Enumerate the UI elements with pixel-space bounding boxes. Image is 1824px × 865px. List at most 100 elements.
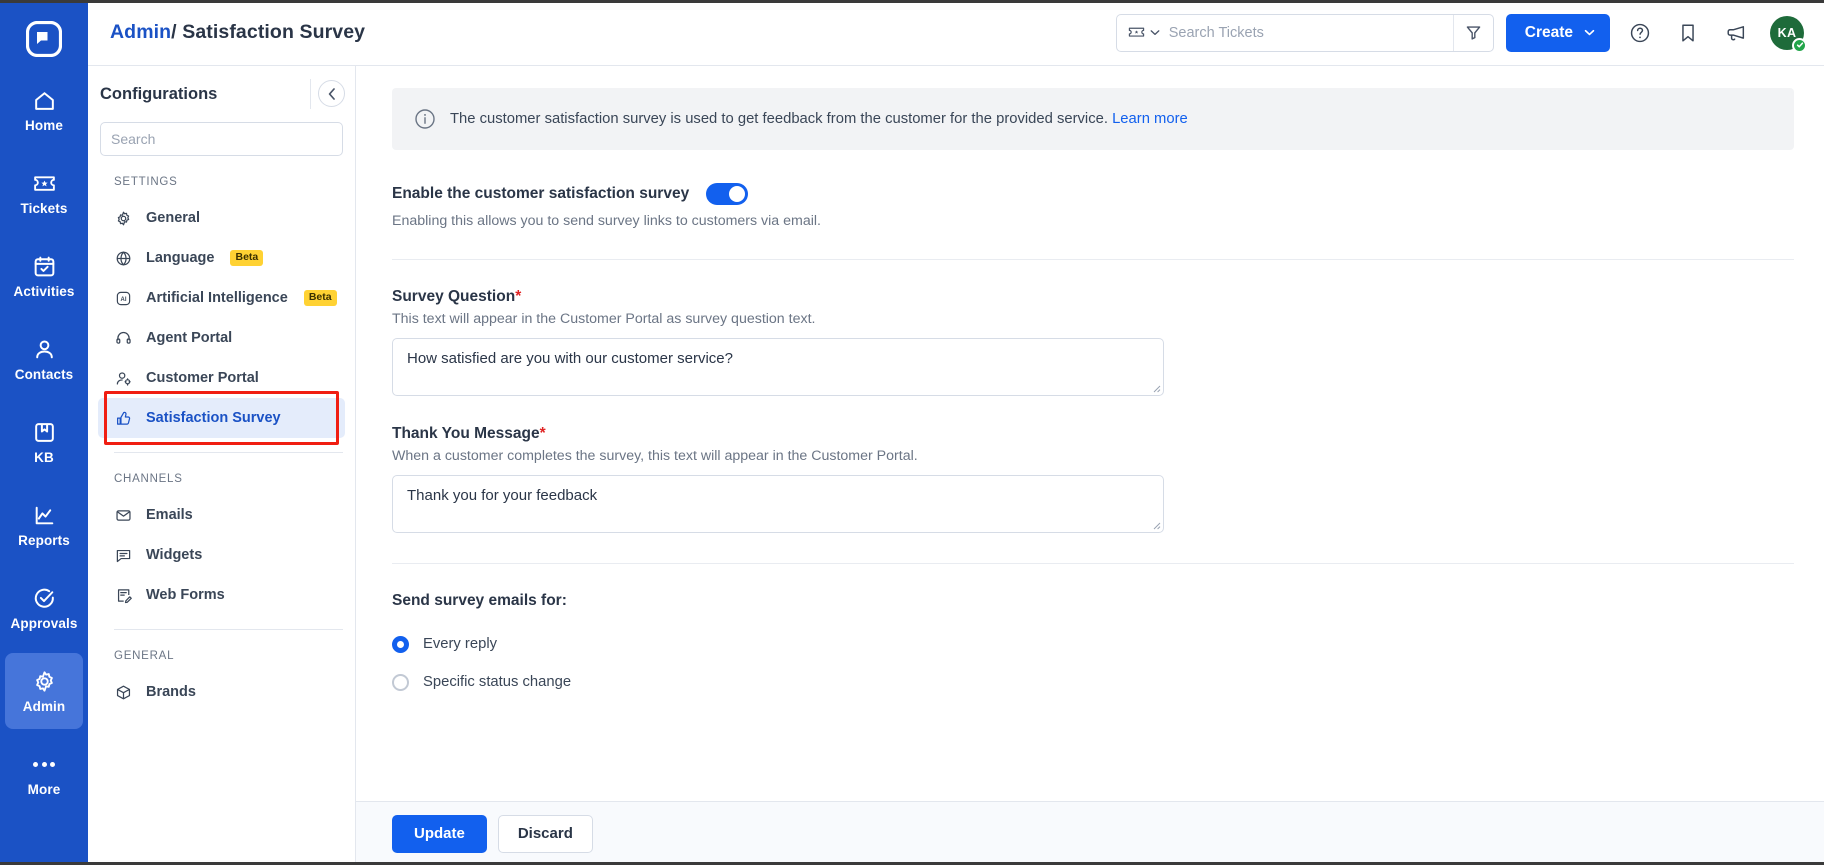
config-item-web-forms[interactable]: Web Forms <box>98 575 345 615</box>
section-label-channels: CHANNELS <box>114 473 183 485</box>
beta-badge: Beta <box>303 289 337 307</box>
sidebar-item-approvals[interactable]: Approvals <box>5 570 83 646</box>
app-window: Home Tickets Activities Contacts KB Repo… <box>0 0 1824 865</box>
config-item-general[interactable]: General <box>98 198 345 238</box>
search-type-selector[interactable] <box>1117 15 1169 51</box>
sidebar-item-tickets[interactable]: Tickets <box>5 155 83 231</box>
thank-you-message-input[interactable] <box>392 475 1164 533</box>
sidebar-item-more[interactable]: More <box>5 736 83 812</box>
sidebar-item-kb[interactable]: KB <box>5 404 83 480</box>
config-item-language[interactable]: Language Beta <box>98 238 345 278</box>
content-body: Configurations SETTINGS <box>88 66 1824 865</box>
page-title: Configurations <box>100 84 218 103</box>
radio-indicator <box>392 673 409 691</box>
toggle-knob <box>729 186 746 202</box>
config-item-label: Brands <box>146 684 196 700</box>
calendar-check-icon <box>32 253 57 279</box>
ticket-icon <box>32 170 57 196</box>
config-item-label: Artificial Intelligence <box>146 290 288 306</box>
config-item-label: General <box>146 210 200 226</box>
survey-question-input[interactable] <box>392 338 1164 396</box>
search-input[interactable] <box>1168 14 1453 51</box>
chevron-down-icon <box>1150 30 1160 35</box>
sidebar-item-label: Reports <box>18 533 70 549</box>
sidebar-item-contacts[interactable]: Contacts <box>5 321 83 397</box>
enable-survey-hint: Enabling this allows you to send survey … <box>392 213 821 229</box>
person-icon <box>32 336 57 362</box>
form-edit-icon <box>114 587 133 604</box>
user-gear-icon <box>114 370 133 387</box>
config-item-customer-portal[interactable]: Customer Portal <box>98 358 345 398</box>
sidebar-item-label: Contacts <box>14 367 74 383</box>
window-top-edge <box>0 0 1824 3</box>
learn-more-link[interactable]: Learn more <box>1112 111 1188 127</box>
configurations-search-input[interactable] <box>111 131 332 147</box>
header-divider <box>310 79 311 109</box>
chat-box-icon <box>114 547 133 564</box>
section-divider <box>114 629 343 630</box>
config-item-label: Emails <box>146 507 193 523</box>
breadcrumb: Admin/ Satisfaction Survey <box>110 21 365 44</box>
app-logo-icon[interactable] <box>0 6 88 72</box>
avatar-initials: KA <box>1777 25 1797 40</box>
sidebar-item-activities[interactable]: Activities <box>5 238 83 314</box>
config-item-label: Agent Portal <box>146 330 233 346</box>
filter-icon <box>1466 26 1481 40</box>
create-button[interactable]: Create <box>1505 13 1610 52</box>
configurations-search[interactable] <box>100 122 343 156</box>
sidebar-item-home[interactable]: Home <box>5 72 83 148</box>
section-label-general: GENERAL <box>114 650 175 662</box>
svg-text:AI: AI <box>121 297 127 303</box>
required-mark: * <box>539 425 546 442</box>
radio-indicator <box>392 635 409 653</box>
survey-question-label: Survey Question* <box>392 288 1794 306</box>
create-button-label: Create <box>1524 23 1573 41</box>
section-label-settings: SETTINGS <box>114 176 178 188</box>
config-item-label: Satisfaction Survey <box>146 410 281 426</box>
config-item-label: Widgets <box>146 547 203 563</box>
thank-you-message-hint: When a customer completes the survey, th… <box>392 448 918 464</box>
config-item-brands[interactable]: Brands <box>98 672 345 712</box>
enable-survey-row: Enable the customer satisfaction survey <box>392 183 1794 205</box>
config-item-agent-portal[interactable]: Agent Portal <box>98 318 345 358</box>
section-divider <box>114 452 343 453</box>
config-item-satisfaction-survey[interactable]: Satisfaction Survey <box>98 391 345 445</box>
beta-badge: Beta <box>230 249 264 267</box>
thank-you-message-label: Thank You Message* <box>392 425 1794 443</box>
radio-option-specific-status-change[interactable]: Specific status change <box>392 667 1794 697</box>
ai-icon: AI <box>114 290 133 307</box>
chevron-down-icon <box>1584 29 1595 36</box>
radio-label: Every reply <box>423 636 498 652</box>
survey-question-label-text: Survey Question <box>392 288 516 305</box>
config-item-widgets[interactable]: Widgets <box>98 535 345 575</box>
search-bar <box>1115 13 1494 52</box>
breadcrumb-separator: / <box>171 21 177 43</box>
update-button[interactable]: Update <box>392 814 487 853</box>
sidebar-item-admin[interactable]: Admin <box>5 653 83 729</box>
sidebar-item-reports[interactable]: Reports <box>5 487 83 563</box>
envelope-icon <box>114 507 133 524</box>
info-banner: The customer satisfaction survey is used… <box>392 88 1794 150</box>
collapse-panel-button[interactable] <box>318 80 345 107</box>
breadcrumb-link-admin[interactable]: Admin <box>110 21 171 43</box>
sidebar-item-label: Admin <box>22 699 66 715</box>
avatar[interactable]: KA <box>1770 15 1807 53</box>
survey-question-hint: This text will appear in the Customer Po… <box>392 311 816 327</box>
radio-option-every-reply[interactable]: Every reply <box>392 629 1794 659</box>
top-bar: Admin/ Satisfaction Survey Search Ticket… <box>88 0 1824 66</box>
config-item-artificial-intelligence[interactable]: AI Artificial Intelligence Beta <box>98 278 345 318</box>
chart-line-icon <box>32 502 57 528</box>
cube-icon <box>114 684 133 701</box>
thumbs-up-icon <box>114 410 133 427</box>
help-circle-icon <box>1630 23 1650 42</box>
help-button[interactable] <box>1622 15 1658 51</box>
search-filter-button[interactable] <box>1452 14 1493 51</box>
config-item-emails[interactable]: Emails <box>98 495 345 535</box>
bookmark-button[interactable] <box>1670 15 1706 51</box>
globe-icon <box>114 250 133 267</box>
announcements-button[interactable] <box>1718 15 1754 51</box>
discard-button[interactable]: Discard <box>497 814 593 853</box>
sidebar-item-label: Activities <box>13 284 75 300</box>
config-item-label: Customer Portal <box>146 370 259 386</box>
enable-survey-toggle[interactable] <box>706 183 749 205</box>
